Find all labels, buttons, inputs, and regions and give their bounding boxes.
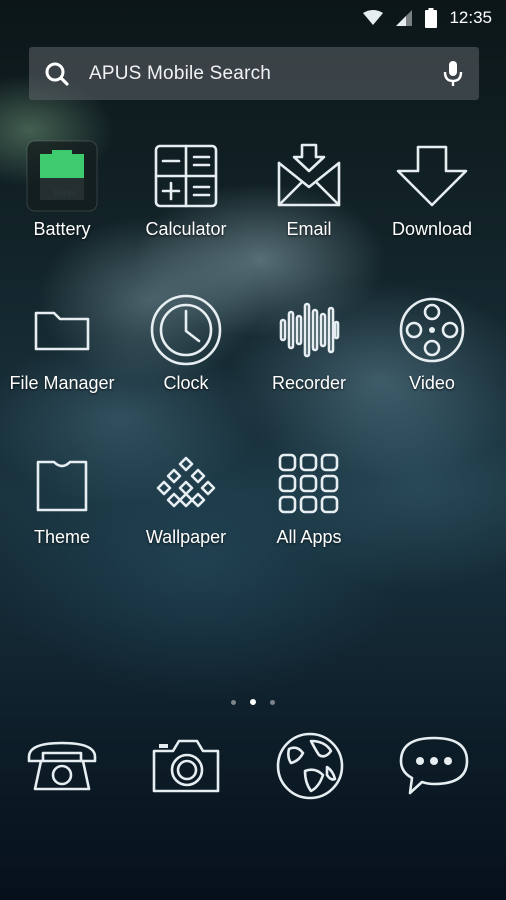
status-time: 12:35 [449,8,492,27]
wifi-icon [363,10,384,26]
app-calculator[interactable]: Calculator [124,138,248,258]
app-label: Email [286,219,332,239]
signal-icon [395,9,413,27]
grid-icon [271,446,347,522]
app-all-apps[interactable]: All Apps [247,446,371,566]
app-wallpaper[interactable]: Wallpaper [124,446,248,566]
search-input[interactable]: APUS Mobile Search [89,63,271,85]
dock-messages[interactable] [384,726,484,806]
calculator-icon [148,138,224,214]
dock-browser[interactable] [260,726,360,806]
download-icon [394,138,470,214]
status-bar: 12:35 [0,0,506,36]
app-label: Theme [33,527,91,547]
globe-icon [276,732,344,800]
app-label: File Manager [9,373,115,393]
app-download[interactable]: Download [370,138,494,258]
dock-camera[interactable] [136,726,236,806]
app-label: Video [409,373,455,393]
app-label: All Apps [276,527,342,547]
battery-status-icon [425,8,438,28]
page-dot-active[interactable] [250,699,256,705]
app-label: Wallpaper [145,527,227,547]
app-video[interactable]: Video [370,292,494,412]
app-recorder[interactable]: Recorder [247,292,371,412]
app-file-manager[interactable]: File Manager [0,292,124,412]
app-label: Clock [163,373,209,393]
page-dot[interactable] [231,699,236,705]
clock-icon [148,292,224,368]
diamond-pattern-icon [148,446,224,522]
app-battery[interactable]: 98% Battery [0,138,124,258]
camera-icon [152,739,220,793]
tshirt-icon [24,446,100,522]
app-email[interactable]: Email [247,138,371,258]
film-reel-icon [394,292,470,368]
battery-icon: 98% [24,138,100,214]
app-label: Calculator [145,219,227,239]
soundwave-icon [271,292,347,368]
microphone-icon[interactable] [443,60,463,88]
app-label: Download [391,219,473,239]
app-theme[interactable]: Theme [0,446,124,566]
dock-phone[interactable] [12,726,112,806]
page-indicator [0,697,506,707]
search-bar[interactable]: APUS Mobile Search [29,47,479,100]
folder-icon [24,292,100,368]
app-label: Battery [33,219,91,239]
phone-icon [27,741,97,791]
email-icon [271,138,347,214]
page-dot[interactable] [270,699,275,705]
app-label: Recorder [271,373,347,393]
chat-bubble-icon [399,736,469,795]
app-clock[interactable]: Clock [124,292,248,412]
search-icon[interactable] [43,60,71,88]
battery-level-text: 98% [54,188,76,200]
